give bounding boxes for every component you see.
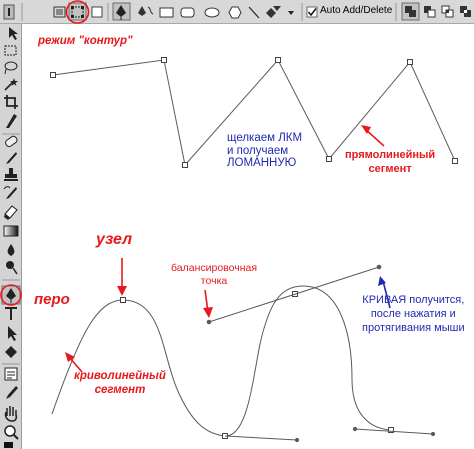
options-bar: Auto Add/Delete [0,0,474,24]
curve-path [51,264,436,443]
options-bar-icons [3,0,471,24]
fill-pixels-icon[interactable] [91,6,103,18]
healing-brush-icon[interactable] [4,135,18,148]
paths-icon[interactable] [68,2,87,21]
node-label: узел [96,231,133,248]
notes-tool-icon[interactable] [4,367,18,381]
exclude-icon[interactable] [460,6,471,17]
tool-preset-icon[interactable] [3,4,15,20]
polyline-note-line: и получаем [227,144,289,157]
gradient-tool-icon[interactable] [3,225,19,237]
mode-label: режим "контур" [38,35,133,47]
balance-point-line: балансировочная [171,262,258,274]
brush-tool-icon[interactable] [6,152,17,164]
anchor-point[interactable] [120,297,126,303]
anchor-point[interactable] [407,59,413,65]
combine-icon[interactable] [401,2,420,21]
straight-segment-line: сегмент [368,163,412,175]
shape-layers-icon[interactable] [53,6,66,18]
anchor-point[interactable] [50,72,56,78]
line-icon[interactable] [248,6,260,19]
pen-tool-icon[interactable] [112,2,131,21]
curved-segment-line: криволинейный [74,370,166,382]
pen-tool-icon[interactable] [1,285,21,305]
curve-note-line: КРИВАЯ получится, [362,294,465,306]
foreground-color-icon[interactable] [4,442,13,448]
curved-segment-line: сегмент [94,384,146,396]
rectangle-icon[interactable] [159,7,174,18]
zoom-tool-icon[interactable] [4,425,19,440]
curve-note-line: протягивания мыши [362,322,465,334]
direction-point[interactable] [430,431,436,437]
anchor-point[interactable] [452,158,458,164]
eyedropper-tool-icon[interactable] [6,386,18,399]
polygon-icon[interactable] [228,6,242,19]
hand-tool-icon[interactable] [4,406,18,422]
tools-panel [0,24,22,449]
anchor-point[interactable] [326,156,332,162]
move-tool-icon[interactable] [9,27,18,40]
document-canvas[interactable]: режим "контур" щелкаем ЛКМ и получаем ЛО… [22,24,474,449]
direction-point[interactable] [352,426,358,432]
anchor-point[interactable] [161,57,167,63]
anchor-point[interactable] [182,162,188,168]
auto-add-delete-label[interactable]: Auto Add/Delete [320,5,392,16]
straight-segment-line: прямолинейный [345,149,436,161]
custom-shape-tool-icon[interactable] [5,346,17,358]
eraser-tool-icon[interactable] [4,205,18,220]
polyline-note: щелкаем ЛКМ и получаем ЛОМАННУЮ [227,132,302,170]
blur-tool-icon[interactable] [7,244,15,256]
polyline-note-line: щелкаем ЛКМ [227,132,303,144]
straight-segment-note: прямолинейный сегмент [345,148,435,176]
marquee-tool-icon[interactable] [4,45,17,56]
dropdown-arrow-icon[interactable] [288,11,294,15]
auto-add-delete-checkbox[interactable] [306,6,318,18]
balance-point-line: точка [200,275,228,287]
curve-note: КРИВАЯ получится, после нажатия и протяг… [362,293,465,335]
anchor-point[interactable] [275,57,281,63]
subtract-icon[interactable] [424,6,436,18]
freeform-pen-icon[interactable] [138,6,154,16]
direction-point[interactable] [376,264,382,270]
intersect-icon[interactable] [441,5,454,18]
path-selection-icon[interactable] [8,326,17,341]
polyline-note-line: ЛОМАННУЮ [227,157,297,169]
pen-label: перо [34,291,70,308]
type-tool-icon[interactable] [5,307,17,320]
crop-tool-icon[interactable] [4,95,18,109]
dodge-tool-icon[interactable] [6,261,18,275]
custom-shape-icon[interactable] [266,6,281,18]
rounded-rectangle-icon[interactable] [180,7,195,18]
balance-point-note: балансировочная точка [171,262,257,288]
balance-point[interactable] [206,319,212,325]
lasso-tool-icon[interactable] [4,61,18,75]
ellipse-icon[interactable] [204,7,220,18]
slice-tool-icon[interactable] [6,114,17,128]
curved-segment-note: криволинейный сегмент [74,369,166,397]
direction-point[interactable] [294,437,300,443]
history-brush-icon[interactable] [3,186,17,199]
clone-stamp-icon[interactable] [4,168,18,181]
curve-note-line: после нажатия и [370,308,456,320]
magic-wand-icon[interactable] [4,78,18,91]
